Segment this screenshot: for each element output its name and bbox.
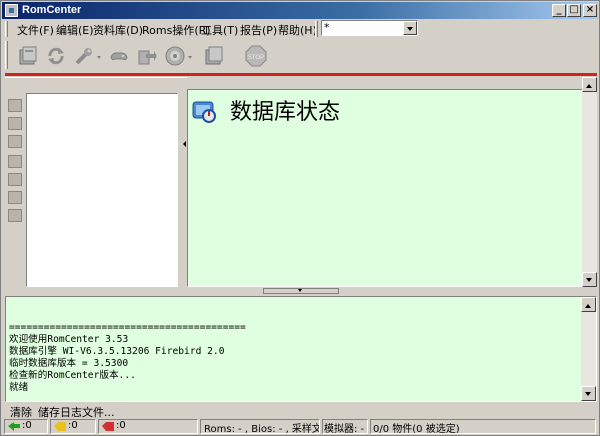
log-line: 欢迎使用RomCenter 3.53 [9, 334, 129, 345]
category-icon[interactable] [8, 99, 22, 112]
database-tree-panel[interactable] [26, 93, 178, 287]
green-arrow-icon [8, 422, 20, 431]
menu-tools[interactable]: 工具(T) [201, 22, 238, 38]
add-files-icon[interactable] [203, 45, 225, 67]
scroll-up-button[interactable] [582, 77, 597, 92]
category-icon[interactable] [8, 117, 22, 130]
yellow-count: :0 [68, 420, 78, 431]
database-status-icon [191, 98, 217, 124]
scroll-down-button[interactable] [582, 272, 597, 287]
page-title: 数据库状态 [230, 100, 341, 125]
status-roms-info: Roms: - , Bios: - , 采样文件: - [200, 419, 320, 434]
scan-disc-icon[interactable] [164, 45, 186, 67]
minimize-button[interactable]: _ [552, 4, 566, 17]
main-header-strip [187, 77, 582, 89]
menu-file[interactable]: 文件(F) [17, 22, 54, 38]
combo-grip[interactable] [315, 21, 318, 37]
menu-bar: 文件(F) 编辑(E) 资料库(D) Roms操作(R) 工具(T) 报告(P)… [5, 20, 317, 38]
status-emulator: 模拟器: - [322, 419, 368, 434]
tools-wrench-icon[interactable] [73, 45, 95, 67]
log-panel[interactable]: ========================================… [5, 296, 597, 402]
menu-report[interactable]: 报告(P) [240, 22, 277, 38]
log-scroll-up-button[interactable] [581, 297, 596, 312]
filter-combo-value: * [324, 21, 330, 34]
status-objects: 0/0 物件(0 被选定) [370, 419, 596, 434]
yellow-tag-icon [54, 422, 66, 431]
red-count: :0 [116, 420, 126, 431]
close-button[interactable]: × [583, 4, 597, 17]
accent-divider [5, 73, 597, 76]
export-icon[interactable] [136, 45, 158, 67]
status-pane-warn: :0 [50, 419, 96, 434]
maximize-button[interactable]: □ [567, 4, 581, 17]
combo-dropdown-button[interactable] [403, 21, 417, 35]
log-line: ========================================… [9, 322, 246, 333]
refresh-icon[interactable] [45, 45, 67, 67]
category-icon-column [5, 93, 25, 285]
scan-dropdown-arrow[interactable] [188, 56, 192, 61]
main-content-panel: 数据库状态 [187, 89, 597, 287]
app-icon [5, 4, 18, 17]
log-toolbar: 清除 储存日志文件... [5, 403, 305, 419]
red-tag-icon [102, 422, 114, 431]
green-count: :0 [22, 420, 32, 431]
vertical-splitter[interactable] [179, 77, 186, 287]
window-title: RomCenter [22, 4, 82, 16]
objects-text: 0/0 物件(0 被选定) [373, 424, 460, 434]
log-line: 临时数据库版本 = 3.5300 [9, 358, 129, 369]
category-icon[interactable] [8, 173, 22, 186]
app-window: RomCenter _ □ × 文件(F) 编辑(E) 资料库(D) Roms操… [0, 0, 600, 436]
svg-text:STOP: STOP [248, 55, 264, 61]
open-database-icon[interactable] [17, 45, 39, 67]
main-scrollbar[interactable] [582, 77, 597, 287]
log-scrollbar[interactable] [581, 297, 596, 401]
log-line: 就绪 [9, 382, 29, 393]
menu-database[interactable]: 资料库(D) [93, 22, 143, 38]
log-scroll-down-button[interactable] [581, 386, 596, 401]
log-text: ========================================… [9, 322, 246, 394]
category-icon[interactable] [8, 191, 22, 204]
emulator-text: 模拟器: - [324, 424, 365, 434]
filter-combo[interactable]: * [321, 20, 418, 36]
category-icon[interactable] [8, 155, 22, 168]
status-pane-ok: :0 [4, 419, 48, 434]
log-line: 检查新的RomCenter版本... [9, 370, 136, 381]
stop-icon[interactable]: STOP [245, 45, 267, 67]
menu-help[interactable]: 帮助(H) [278, 22, 317, 38]
category-icon[interactable] [8, 135, 22, 148]
tools-dropdown-arrow[interactable] [97, 56, 101, 61]
category-icon[interactable] [8, 209, 22, 222]
splitter-collapse-icon[interactable] [180, 141, 186, 147]
toolbar: STOP [5, 39, 305, 71]
status-bar: :0 :0 :0 Roms: - , Bios: - , 采样文件: - 模拟器… [2, 418, 599, 435]
menu-edit[interactable]: 编辑(E) [56, 22, 94, 38]
log-line: 数据库引擎 WI-V6.3.5.13206 Firebird 2.0 [9, 346, 225, 357]
gamepad-icon[interactable] [108, 45, 130, 67]
roms-info-text: Roms: - , Bios: - , 采样文件: - [204, 424, 319, 434]
title-bar[interactable]: RomCenter _ □ × [2, 2, 598, 19]
horizontal-splitter[interactable] [263, 288, 339, 294]
status-pane-error: :0 [98, 419, 198, 434]
